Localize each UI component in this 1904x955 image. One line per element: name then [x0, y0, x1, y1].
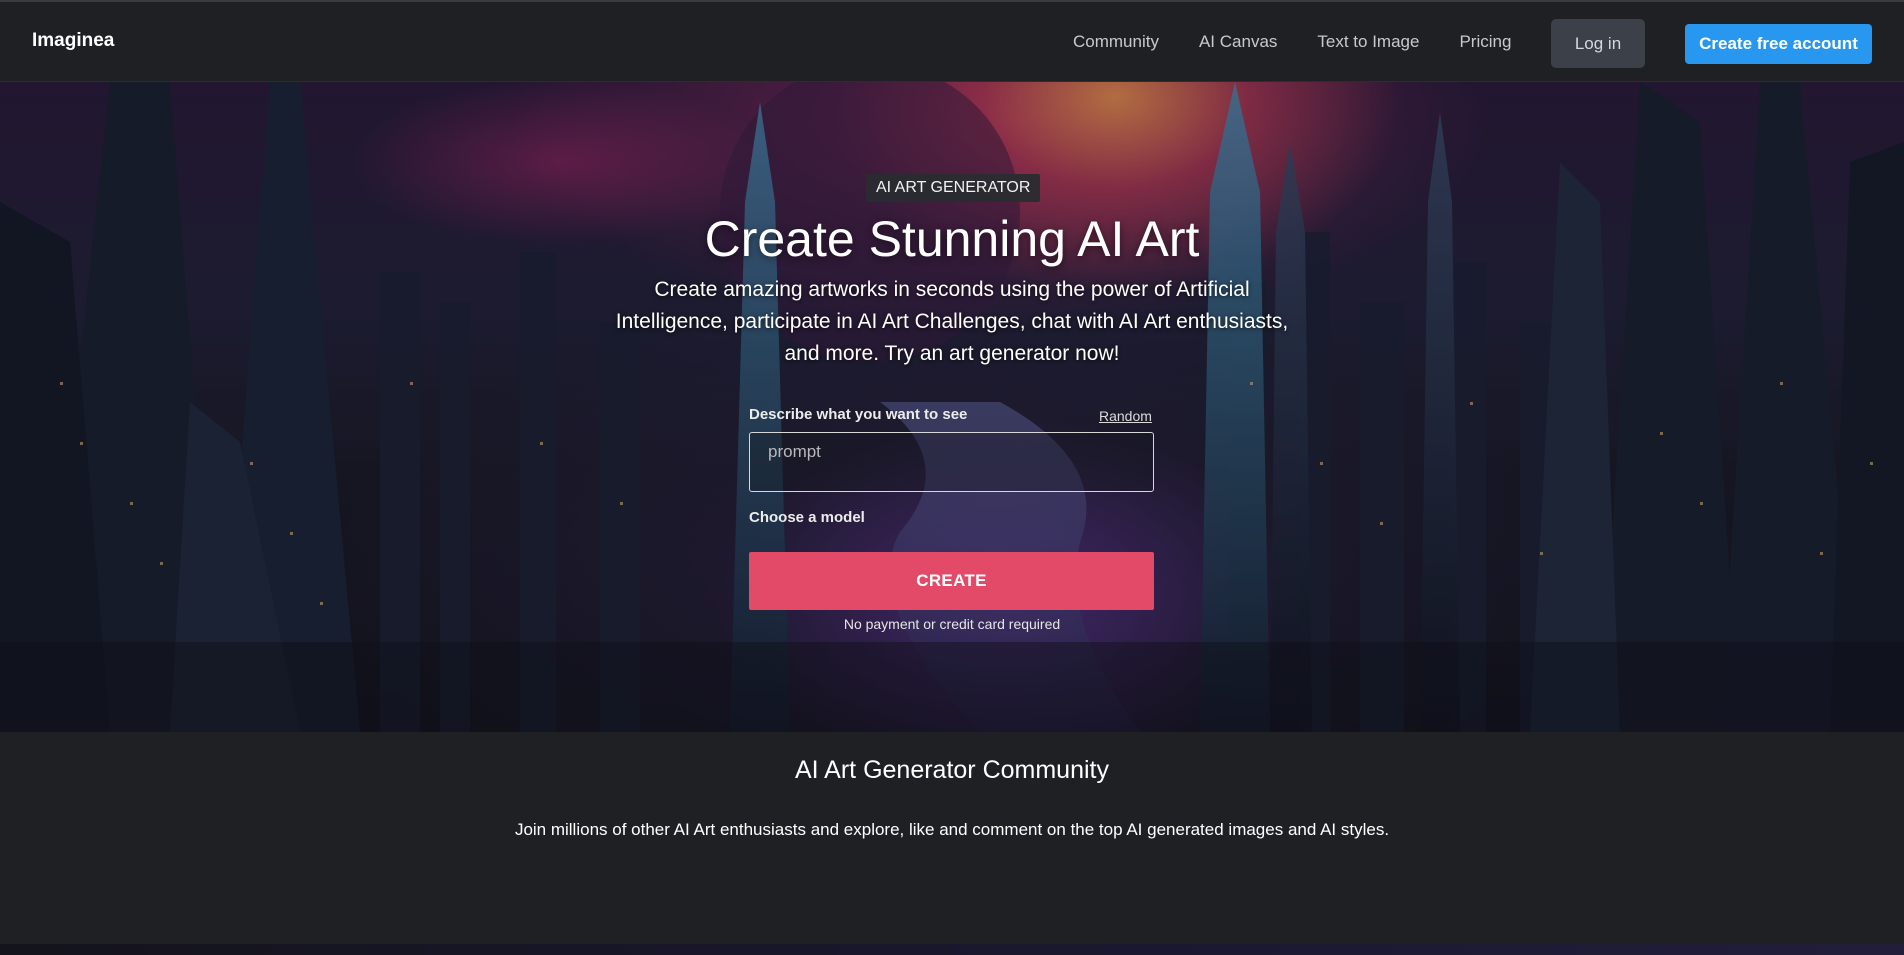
ai-art-generator-badge: AI ART GENERATOR	[866, 174, 1041, 202]
brand-logo[interactable]: Imaginea	[32, 30, 114, 52]
hero-subtitle: Create amazing artworks in seconds using…	[615, 278, 1289, 365]
nav-links: Community AI Canvas Text to Image Pricin…	[1073, 32, 1511, 52]
nav-link-pricing[interactable]: Pricing	[1459, 32, 1511, 52]
random-prompt-link[interactable]: Random	[1099, 408, 1152, 424]
create-account-button[interactable]: Create free account	[1685, 24, 1872, 64]
create-button[interactable]: CREATE	[749, 552, 1154, 610]
hero-title: Create Stunning AI Art	[704, 211, 1200, 267]
prompt-label: Describe what you want to see	[749, 406, 968, 423]
nav-link-community[interactable]: Community	[1073, 32, 1159, 52]
login-button[interactable]: Log in	[1551, 19, 1645, 68]
prompt-input[interactable]	[749, 432, 1154, 492]
hero-section: AI ART GENERATOR Create Stunning AI Art …	[0, 82, 1904, 732]
community-section: AI Art Generator Community Join millions…	[0, 732, 1904, 944]
nav-link-ai-canvas[interactable]: AI Canvas	[1199, 32, 1277, 52]
community-subtitle: Join millions of other AI Art enthusiast…	[514, 820, 1390, 839]
bottom-strip	[0, 944, 1904, 955]
nav-link-text-to-image[interactable]: Text to Image	[1317, 32, 1419, 52]
no-payment-note: No payment or credit card required	[843, 616, 1061, 632]
top-navbar: Imaginea Community AI Canvas Text to Ima…	[0, 0, 1904, 82]
choose-model-label[interactable]: Choose a model	[749, 509, 865, 526]
community-title: AI Art Generator Community	[794, 756, 1109, 784]
